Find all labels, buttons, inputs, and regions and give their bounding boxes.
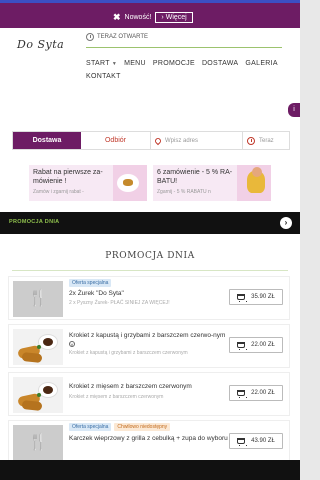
section-divider [12,270,288,271]
item-title-text: Żurek "Do Syta" [77,290,124,297]
add-to-cart-button[interactable]: 22.00 ZŁ [229,385,283,401]
clock-icon [247,136,255,145]
section-title: PROMOCJA DNIA [105,251,195,261]
nav-item-start[interactable]: START ▼ [86,60,117,67]
item-title: Krokiet z kapustą i grzybami z barszczem… [69,332,229,349]
menu-item[interactable]: Krokiet z mięsem z barszczem czerwonym K… [8,372,290,416]
promo-subtitle: Zamów i zgarnij rabat - [33,188,84,195]
chevron-right-icon: › [161,13,164,21]
announcement-bar: ✖ Nowość! › Więcej [0,0,300,28]
item-price: 35.90 ZŁ [251,294,275,300]
time-select[interactable]: Teraz [243,132,289,149]
open-status-label: TERAZ OTWARTE [97,34,148,40]
item-description: 2 x Pyszny Żurek- PŁAĆ SINIEJ ZA WIĘCEJ! [69,300,170,306]
item-title: 2x Żurek "Do Syta" [69,290,229,298]
promo-image [113,165,147,201]
item-price: 22.00 ZŁ [251,342,275,348]
special-offer-badge: Oferta specjalna [69,279,112,287]
unavailable-badge: Chwilowo niedostępny [114,423,171,431]
promo-card-sixth-order[interactable]: 6 zamówienie - 5 % RA-BATU! Zgarnij - 5 … [153,165,271,201]
cart-icon [237,390,248,398]
page: ✖ Nowość! › Więcej Do Syta TERAZ OTWARTE… [0,0,300,480]
time-label: Teraz [259,137,274,144]
promo-title: Rabat na pierwsze za-mówienie ! [33,169,103,185]
header-divider [86,47,282,48]
nav-item-dostawa[interactable]: DOSTAWA [202,60,238,67]
item-title-text: Krokiet z kapustą i grzybami z barszczem… [69,332,226,339]
main-nav: START ▼ MENU PROMOCJE DOSTAWA GALERIA KO… [86,60,282,80]
promo-title: 6 zamówienie - 5 % RA-BATU! [157,169,233,185]
placeholder-image: 🍴 [13,281,63,317]
menu-item[interactable]: Krokiet z kapustą i grzybami z barszczem… [8,324,290,368]
tab-delivery[interactable]: Dostawa [13,132,81,149]
more-button[interactable]: › Więcej [155,11,193,23]
promo-card-first-order[interactable]: Rabat na pierwsze za-mówienie ! Zamów i … [29,165,147,201]
cutlery-icon: 🍴 [28,290,48,307]
add-to-cart-button[interactable]: 43.90 ZŁ [229,433,283,449]
cutlery-icon: 🍴 [28,434,48,451]
item-description: Krokiet z kapustą i grzybami z barszczem… [69,350,188,356]
topbar-accent [0,0,300,3]
more-label: Więcej [165,13,187,21]
cart-icon [237,342,248,350]
address-placeholder: Wpisz adres [165,137,199,144]
item-price: 43.90 ZŁ [251,438,275,444]
item-title: Karczek wieprzowy z grilla z cebulką + z… [69,435,228,442]
nav-item-galeria[interactable]: GALERIA [245,60,277,67]
nav-item-promocje[interactable]: PROMOCJE [153,60,195,67]
promo-subtitle: Zgarnij - 5 % RABATU n [157,188,211,195]
promo-image [237,165,271,201]
chevron-right-icon[interactable]: › [280,217,292,229]
address-input[interactable]: Wpisz adres [151,132,243,149]
vegetarian-icon: V [69,340,75,347]
add-to-cart-button[interactable]: 22.00 ZŁ [229,337,283,353]
tab-pickup[interactable]: Odbiór [81,132,151,149]
banner-label: PROMOCJA DNIA [9,219,60,225]
menu-item[interactable]: 🍴 Oferta specjalna 2x Żurek "Do Syta" 2 … [8,276,290,320]
item-title: Krokiet z mięsem z barszczem czerwonym [69,383,192,390]
item-photo [13,329,63,365]
order-bar: Dostawa Odbiór Wpisz adres Teraz [12,131,290,150]
announcement-text: Nowość! [124,13,152,21]
item-price: 22.00 ZŁ [251,390,275,396]
item-photo [13,377,63,413]
placeholder-image: 🍴 [13,425,63,461]
cart-icon [237,294,248,302]
item-description: Krokiet z mięsem z barszczem czerwonym [69,394,164,400]
chevron-down-icon: ▼ [111,60,118,67]
open-status: TERAZ OTWARTE [86,33,148,41]
add-to-cart-button[interactable]: 35.90 ZŁ [229,289,283,305]
close-icon[interactable]: ✖ [113,12,121,23]
nav-label: START [86,60,110,67]
info-icon[interactable]: i [288,103,300,117]
logo[interactable]: Do Syta [17,38,64,51]
bottom-bar [0,460,300,480]
nav-item-kontakt[interactable]: KONTAKT [86,73,121,80]
cart-icon [237,438,248,446]
nav-item-menu[interactable]: MENU [124,60,146,67]
special-offer-badge: Oferta specjalna [69,423,112,431]
item-qty: 2x [69,290,76,297]
clock-icon [86,33,94,41]
promo-of-day-banner: PROMOCJA DNIA › [0,212,300,234]
location-pin-icon [153,136,163,145]
